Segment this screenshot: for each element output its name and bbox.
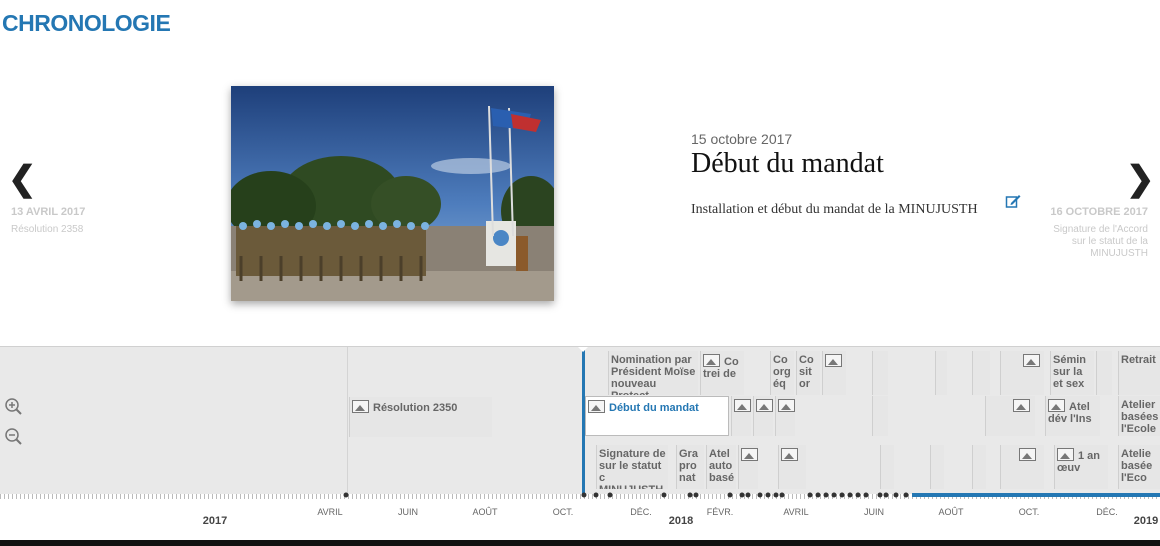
marker-label: Atelier basées l'Ecole <box>1121 399 1159 435</box>
axis-year-label: 2018 <box>668 515 694 527</box>
timeline-marker[interactable] <box>872 351 888 395</box>
era-divider <box>347 347 348 495</box>
timeline-marker[interactable] <box>778 445 806 489</box>
axis-year-label: 2019 <box>1133 515 1159 527</box>
marker-label: Retrait <box>1121 354 1156 366</box>
axis-month-label: DÉC. <box>1096 507 1118 517</box>
timeline-marker[interactable]: Co org éq <box>770 351 794 395</box>
marker-label: Sémin sur la et sex <box>1053 354 1087 390</box>
timeline-marker[interactable]: Signature de sur le statut c MINUJUSTH <box>596 445 668 489</box>
timeline-marker[interactable]: Résolution 2350 <box>349 397 492 437</box>
axis-month-label: JUIN <box>398 507 418 517</box>
timeline-marker-active[interactable]: Début du mandat <box>585 396 729 436</box>
timeline-marker[interactable]: Atel auto basé <box>706 445 736 489</box>
event-dots <box>343 492 1160 498</box>
timeline-marker[interactable]: Nomination par Président Moïse nouveau P… <box>608 351 698 395</box>
slide-photo <box>231 86 554 301</box>
slide-date: 15 octobre 2017 <box>691 131 793 147</box>
timeline-marker[interactable] <box>935 351 947 395</box>
marker-label: Co org éq <box>773 354 791 390</box>
image-icon <box>703 354 720 367</box>
axis-month-label: AOÛT <box>472 507 498 517</box>
timeline-marker[interactable] <box>930 445 944 489</box>
next-slide-headline: Signature de l'Accord sur le statut de l… <box>1053 224 1148 259</box>
image-icon <box>778 399 795 412</box>
image-icon <box>1013 399 1030 412</box>
axis-month-label: AVRIL <box>783 507 809 517</box>
timeline-marker[interactable]: Retrait <box>1118 351 1160 395</box>
timeline-marker[interactable] <box>972 445 986 489</box>
timeline-marker[interactable] <box>972 351 990 395</box>
peacekeepers-photo <box>231 86 554 301</box>
image-icon <box>1019 448 1036 461</box>
prev-slide-preview[interactable]: 13 AVRIL 2017 Résolution 2358 <box>11 206 121 236</box>
image-icon <box>756 399 773 412</box>
current-position-pointer <box>577 347 589 352</box>
image-icon <box>741 448 758 461</box>
axis-month-label: AOÛT <box>938 507 964 517</box>
time-axis[interactable]: AVRIL JUIN AOÛT OCT. DÉC. FÉVR. AVRIL JU… <box>0 492 1160 540</box>
axis-year-label: 2017 <box>202 515 228 527</box>
marker-label: Nomination par Président Moïse nouveau P… <box>611 354 696 395</box>
marker-label: Résolution 2350 <box>373 402 458 414</box>
timeline-marker[interactable] <box>872 396 888 436</box>
page-title: CHRONOLOGIE <box>2 10 171 36</box>
zoom-out-icon[interactable] <box>0 423 28 451</box>
zoom-in-icon[interactable] <box>0 393 28 421</box>
next-slide-date: 16 OCTOBRE 2017 <box>1050 206 1148 218</box>
timeline-marker[interactable]: Co trei de <box>700 351 744 395</box>
prev-slide-date: 13 AVRIL 2017 <box>11 206 86 218</box>
timeline-marker[interactable] <box>880 445 894 489</box>
timeline-marker[interactable]: Sémin sur la et sex <box>1050 351 1094 395</box>
image-icon <box>1023 354 1040 367</box>
timeline-marker[interactable]: Co sit or <box>796 351 820 395</box>
marker-label: Début du mandat <box>609 402 699 414</box>
axis-month-label: AVRIL <box>317 507 343 517</box>
image-icon <box>1057 448 1074 461</box>
timeline-marker[interactable] <box>1000 445 1044 489</box>
slide-title: Début du mandat <box>691 148 884 179</box>
timeline-marker[interactable]: Gra pro nat <box>676 445 704 489</box>
timeline-marker[interactable] <box>775 396 795 436</box>
axis-month-label: JUIN <box>864 507 884 517</box>
marker-label: Atel auto basé <box>709 448 735 484</box>
image-icon <box>588 400 605 413</box>
marker-label: Atelie basée l'Eco <box>1121 448 1153 484</box>
marker-label: Gra pro nat <box>679 448 698 484</box>
timeline-marker[interactable] <box>985 396 1035 436</box>
axis-month-label: OCT. <box>1018 507 1040 517</box>
axis-month-label: FÉVR. <box>706 507 734 517</box>
timeline-marker[interactable] <box>1000 351 1044 395</box>
chevron-right-icon[interactable]: ❯ <box>1126 162 1155 196</box>
chevron-left-icon[interactable]: ❮ <box>8 162 37 196</box>
marker-label: Co sit or <box>799 354 814 390</box>
timeline-marker[interactable]: Atel dév l'Ins <box>1045 396 1100 436</box>
image-icon <box>825 354 842 367</box>
marker-label: Signature de sur le statut c MINUJUSTH <box>599 448 666 489</box>
timeline-marker[interactable]: Atelier basées l'Ecole <box>1118 396 1160 436</box>
timeline-marker[interactable] <box>753 396 773 436</box>
timeline-marker[interactable] <box>738 445 758 489</box>
timeline-marker[interactable] <box>1096 351 1112 395</box>
image-icon <box>352 400 369 413</box>
timeline-marker[interactable]: Atelie basée l'Eco <box>1118 445 1160 489</box>
axis-month-label: DÉC. <box>630 507 652 517</box>
next-slide-preview[interactable]: 16 OCTOBRE 2017 Signature de l'Accord su… <box>1038 206 1148 260</box>
axis-month-label: OCT. <box>552 507 574 517</box>
timeline-marker[interactable] <box>822 351 846 395</box>
image-icon <box>1048 399 1065 412</box>
timeline-marker[interactable]: 1 an œuv <box>1054 445 1108 489</box>
image-icon <box>781 448 798 461</box>
prev-slide-headline: Résolution 2358 <box>11 224 84 235</box>
bottom-border <box>0 540 1160 546</box>
image-icon <box>734 399 751 412</box>
edit-icon[interactable] <box>1005 193 1021 209</box>
timeline-marker[interactable] <box>731 396 751 436</box>
slide-description: Installation et début du mandat de la MI… <box>691 202 978 217</box>
timeline-navigator[interactable]: Résolution 2350 Nomination par Président… <box>0 346 1160 495</box>
